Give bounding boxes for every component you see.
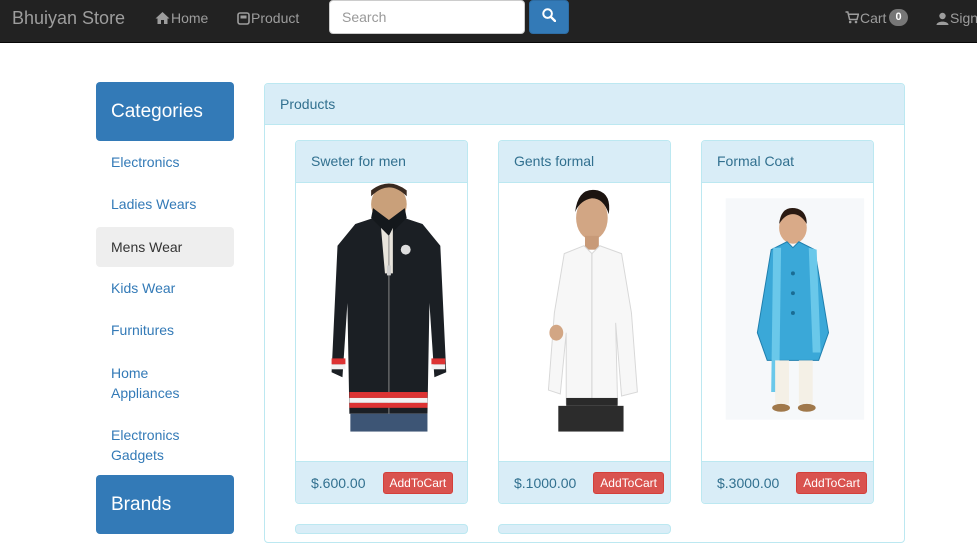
sidebar-item-electronics[interactable]: Electronics xyxy=(96,152,234,172)
product-price: $.600.00 xyxy=(311,474,366,491)
categories-header: Categories xyxy=(96,82,234,141)
categories-title: Categories xyxy=(111,100,203,122)
user-icon xyxy=(936,12,949,25)
product-footer: $.1000.00 AddToCart xyxy=(499,461,670,503)
cart-count-badge: 0 xyxy=(889,9,908,26)
product-icon xyxy=(237,11,250,25)
product-name: Gents formal xyxy=(499,141,670,183)
nav-home-link[interactable]: Home xyxy=(155,10,208,26)
product-image-gents-formal[interactable] xyxy=(499,183,670,433)
nav-sign-label: Sign xyxy=(950,10,977,26)
product-image-sweater[interactable] xyxy=(296,183,467,433)
product-card-gents-formal: Gents formal $.1000.00 AddToCart xyxy=(498,140,671,504)
product-image-formal-coat[interactable] xyxy=(702,183,873,433)
product-card-partial xyxy=(295,524,468,534)
sidebar-item-ladies-wears[interactable]: Ladies Wears xyxy=(96,194,234,214)
brands-title: Brands xyxy=(111,493,172,515)
search-input[interactable] xyxy=(329,0,525,34)
product-name: Formal Coat xyxy=(702,141,873,183)
sidebar-item-kids-wear[interactable]: Kids Wear xyxy=(96,278,234,298)
nav-cart-label: Cart xyxy=(860,9,887,26)
sidebar-item-mens-wear[interactable]: Mens Wear xyxy=(96,227,234,267)
sidebar-item-furnitures[interactable]: Furnitures xyxy=(96,320,234,340)
product-name: Sweter for men xyxy=(296,141,467,183)
cart-icon xyxy=(845,11,859,24)
product-card-sweater: Sweter for men $.600.00 AddToCart xyxy=(295,140,468,504)
home-icon xyxy=(155,11,170,25)
add-to-cart-button[interactable]: AddToCart xyxy=(593,471,664,494)
add-to-cart-button[interactable]: AddToCart xyxy=(796,471,867,494)
product-card-formal-coat: Formal Coat $.3000.00 AddToCart xyxy=(701,140,874,504)
nav-product-link[interactable]: Product xyxy=(237,10,299,26)
product-footer: $.3000.00 AddToCart xyxy=(702,461,873,503)
product-price: $.3000.00 xyxy=(717,474,780,491)
sidebar-item-electronics-gadgets[interactable]: Electronics Gadgets xyxy=(96,425,206,465)
products-panel-title: Products xyxy=(265,84,904,125)
nav-cart-link[interactable]: Cart 0 xyxy=(845,9,908,26)
sidebar-item-home-appliances[interactable]: Home Appliances xyxy=(96,363,206,403)
product-card-partial xyxy=(498,524,671,534)
brand-link[interactable]: Bhuiyan Store xyxy=(12,8,125,29)
products-panel: Products Sweter for men $.600.00 AddToCa… xyxy=(264,83,905,543)
add-to-cart-button[interactable]: AddToCart xyxy=(382,471,454,494)
nav-product-label: Product xyxy=(251,10,300,26)
nav-sign-link[interactable]: Sign xyxy=(936,10,977,26)
nav-home-label: Home xyxy=(171,10,209,26)
product-footer: $.600.00 AddToCart xyxy=(296,461,467,503)
product-price: $.1000.00 xyxy=(514,474,577,491)
search-button[interactable] xyxy=(529,0,569,34)
brands-header: Brands xyxy=(96,475,234,534)
navbar: Bhuiyan Store Home Product Cart 0 Sign xyxy=(0,0,977,43)
search-icon xyxy=(542,7,557,27)
